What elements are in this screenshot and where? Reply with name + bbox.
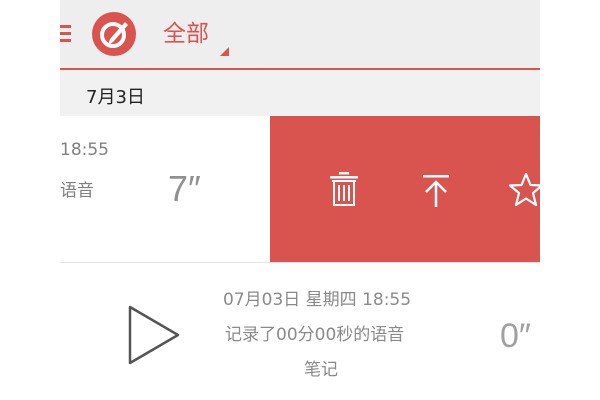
date-group-header: 7月3日 <box>60 70 540 116</box>
note-datetime: 07月03日 星期四 18:55 <box>223 290 412 310</box>
play-icon[interactable] <box>126 303 182 367</box>
star-icon <box>508 172 540 207</box>
note-type: 笔记 <box>304 360 338 380</box>
note-item-content[interactable]: 18:55 语音 7″ <box>60 116 270 262</box>
app-logo-icon <box>92 12 136 56</box>
note-description: 语音 <box>60 181 94 201</box>
note-time: 18:55 <box>60 140 109 160</box>
pin-to-top-button[interactable] <box>418 170 454 210</box>
toolbar: 全部 <box>60 0 540 70</box>
hamburger-menu-icon[interactable] <box>60 25 71 43</box>
note-description: 记录了00分00秒的语音 <box>225 325 405 345</box>
dropdown-caret-icon <box>220 47 229 56</box>
note-list-item: 18:55 语音 7″ <box>60 116 540 262</box>
delete-button[interactable] <box>326 170 362 210</box>
app-screen: 全部 7月3日 18:55 语音 7″ 07月03日 星期四 18:55 记录了… <box>60 0 540 400</box>
filter-dropdown[interactable]: 全部 <box>163 16 229 56</box>
pin-to-top-icon <box>423 175 449 207</box>
swipe-actions <box>270 116 540 262</box>
note-duration: 0″ <box>500 317 531 355</box>
filter-label: 全部 <box>163 21 209 47</box>
favorite-button[interactable] <box>508 170 540 210</box>
trash-icon <box>330 172 358 206</box>
note-list-item[interactable]: 07月03日 星期四 18:55 记录了00分00秒的语音 笔记 0″ <box>60 263 540 400</box>
date-group-label: 7月3日 <box>86 87 145 108</box>
note-duration: 7″ <box>168 168 201 209</box>
